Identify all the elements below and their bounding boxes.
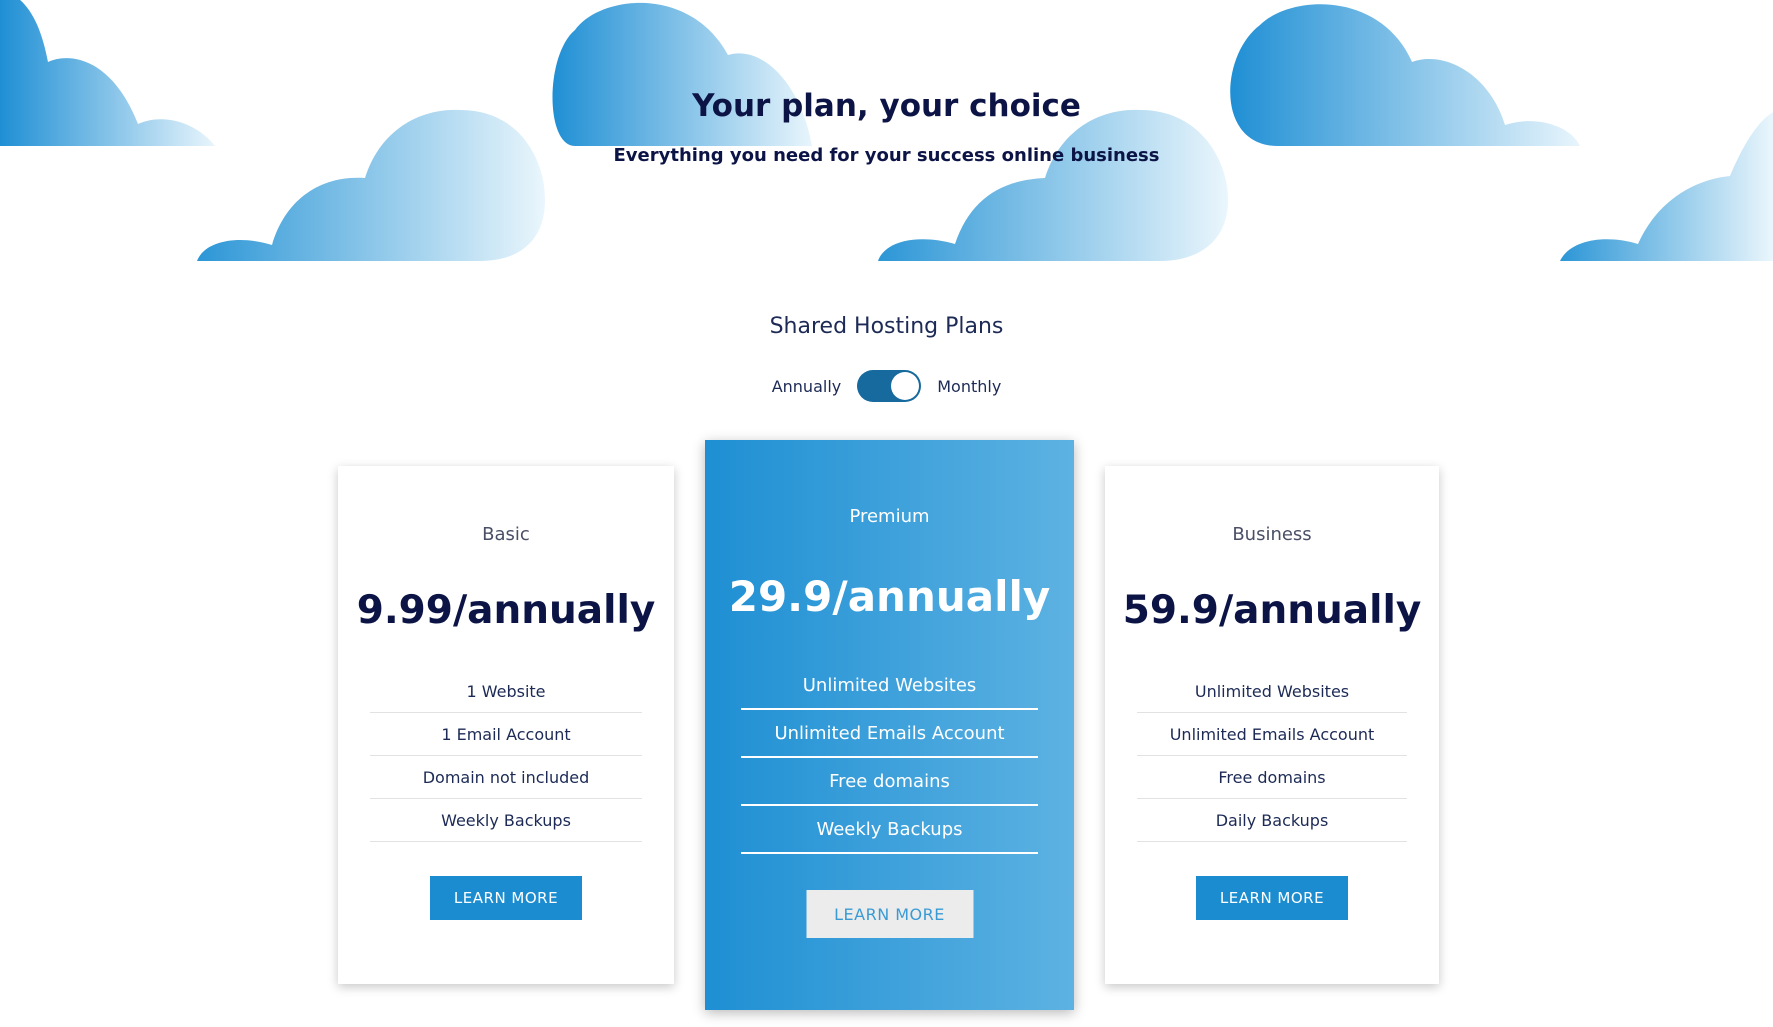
- feature-item: Weekly Backups: [741, 806, 1038, 854]
- feature-item: 1 Website: [370, 670, 642, 713]
- cloud-shape: [1230, 4, 1580, 146]
- cloud-shape: [552, 2, 812, 147]
- plan-price: 9.99/annually: [356, 588, 656, 633]
- feature-item: Free domains: [741, 758, 1038, 806]
- toggle-knob: [891, 372, 920, 400]
- cloud-shape: [878, 109, 1228, 261]
- plan-name: Business: [1232, 524, 1312, 545]
- page-subtitle: Everything you need for your success onl…: [613, 145, 1160, 166]
- cloud-shape: [197, 109, 545, 261]
- toggle-label-monthly[interactable]: Monthly: [937, 377, 1001, 396]
- plan-price: 59.9/annually: [1122, 588, 1422, 633]
- learn-more-button-premium[interactable]: LEARN MORE: [806, 890, 973, 938]
- cloud-shape: [1560, 112, 1773, 261]
- hero-banner: Your plan, your choice Everything you ne…: [0, 0, 1773, 262]
- plan-card-basic: Basic 9.99/annually 1 Website 1 Email Ac…: [338, 466, 674, 984]
- billing-toggle-row: Annually Monthly: [0, 370, 1773, 402]
- billing-toggle-switch[interactable]: [857, 370, 922, 402]
- plan-card-business: Business 59.9/annually Unlimited Website…: [1105, 466, 1439, 984]
- plan-price: 29.9/annually: [728, 572, 1051, 621]
- feature-item: Daily Backups: [1137, 799, 1407, 842]
- learn-more-button-business[interactable]: LEARN MORE: [1196, 876, 1348, 920]
- feature-item: Unlimited Emails Account: [1137, 713, 1407, 756]
- learn-more-button-basic[interactable]: LEARN MORE: [430, 876, 582, 920]
- cloud-decoration: [0, 0, 1773, 261]
- feature-item: Weekly Backups: [370, 799, 642, 842]
- feature-item: Unlimited Emails Account: [741, 710, 1038, 758]
- feature-item: Domain not included: [370, 756, 642, 799]
- section-heading: Shared Hosting Plans: [769, 314, 1004, 339]
- feature-item: Unlimited Websites: [1137, 670, 1407, 713]
- feature-item: Free domains: [1137, 756, 1407, 799]
- feature-item: 1 Email Account: [370, 713, 642, 756]
- plan-name: Basic: [482, 524, 530, 545]
- feature-item: Unlimited Websites: [741, 662, 1038, 710]
- feature-list: 1 Website 1 Email Account Domain not inc…: [370, 670, 642, 842]
- plan-name: Premium: [849, 506, 930, 527]
- cloud-shape: [0, 0, 215, 146]
- toggle-label-annually[interactable]: Annually: [772, 377, 842, 396]
- plan-card-premium: Premium 29.9/annually Unlimited Websites…: [705, 440, 1074, 1010]
- page-title: Your plan, your choice: [692, 88, 1081, 124]
- feature-list: Unlimited Websites Unlimited Emails Acco…: [741, 662, 1038, 854]
- feature-list: Unlimited Websites Unlimited Emails Acco…: [1137, 670, 1407, 842]
